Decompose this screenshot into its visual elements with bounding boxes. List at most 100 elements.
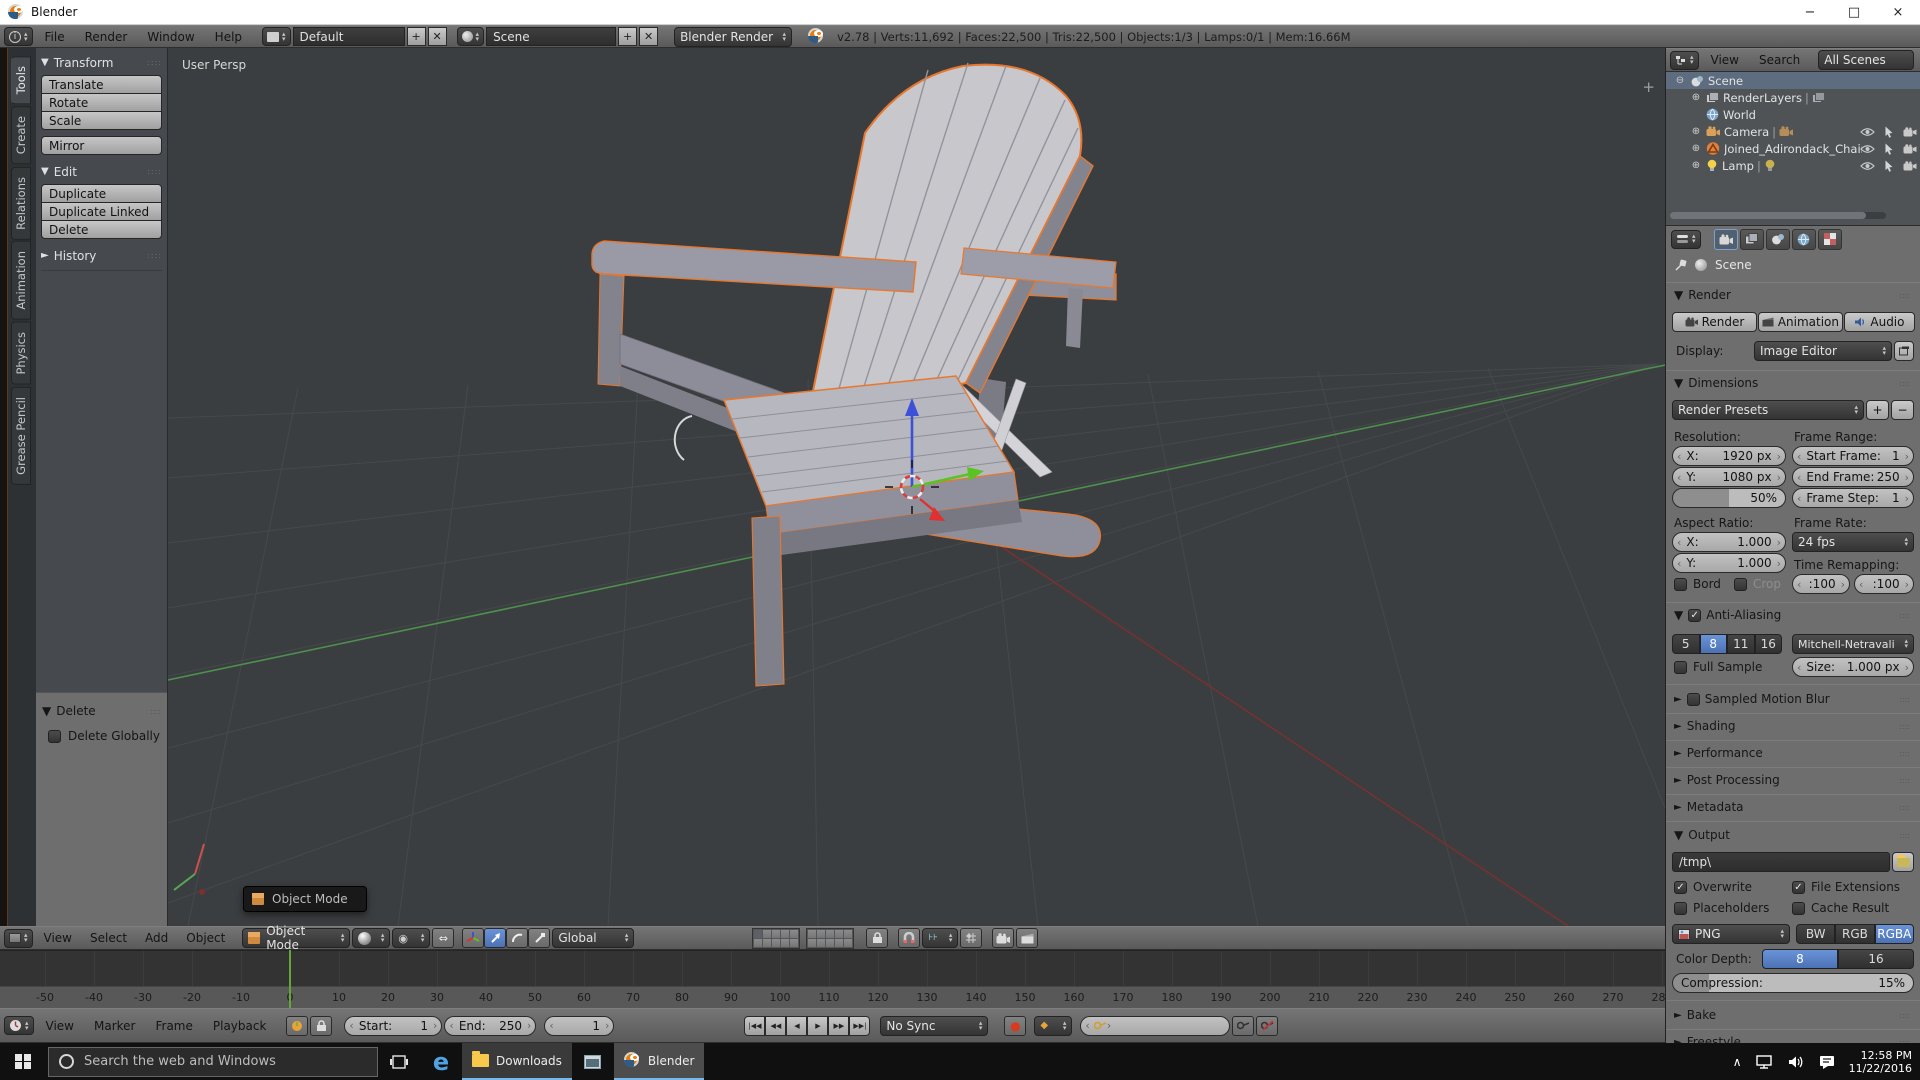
layer-cell[interactable] [790,930,798,938]
aa-samples-5[interactable]: 5 [1672,634,1700,654]
layer-cell[interactable] [835,930,843,938]
shelf-tab-create[interactable]: Create [11,106,31,164]
layer-cell[interactable] [754,939,762,947]
view3d-menu-object[interactable]: Object [177,927,234,949]
file-extensions-row[interactable]: ✓File Extensions [1792,880,1900,894]
layer-cell[interactable] [808,930,816,938]
keying-set-dropdown[interactable]: ◆ [1034,1016,1072,1036]
resolution-percent-slider[interactable]: 50% [1672,488,1786,508]
delete-button[interactable]: Delete [41,220,162,239]
add-layout-button[interactable]: + [407,27,426,46]
visibility-eye-icon[interactable] [1860,161,1875,171]
layer-cell[interactable] [763,930,771,938]
shelf-tab-grease-pencil[interactable]: Grease Pencil [11,387,31,485]
render-animation-button[interactable]: Animation [1758,312,1843,332]
pivot-point-dropdown[interactable]: ◉ [392,928,430,948]
remap-old-field[interactable]: :100 [1792,574,1850,594]
remove-preset-button[interactable]: − [1891,400,1914,420]
minimize-button[interactable]: − [1788,0,1832,24]
start-frame-field[interactable]: Start: 1 [344,1016,442,1036]
volume-icon[interactable] [1788,1055,1805,1069]
viewport-shading-dropdown[interactable] [352,928,390,948]
layer-cell[interactable] [781,930,789,938]
timeline-playhead[interactable] [289,950,291,1008]
shelf-tab-relations[interactable]: Relations [11,167,31,240]
record-button[interactable]: ● [1004,1016,1026,1036]
end-frame-field[interactable]: End Frame:250 [1792,467,1914,487]
file-extensions-checkbox[interactable]: ✓ [1792,881,1805,894]
channel-rgb[interactable]: RGB [1835,924,1874,944]
taskbar-app-downloads[interactable]: Downloads [462,1043,572,1080]
aspect-x-field[interactable]: X:1.000 [1672,532,1786,552]
aa-filter-dropdown[interactable]: Mitchell-Netravali [1792,634,1914,654]
panel-expand-icon[interactable]: ► [1674,748,1682,759]
network-icon[interactable] [1756,1055,1774,1069]
resolution-x-field[interactable]: X:1920 px [1672,446,1786,466]
layer-cell[interactable] [844,930,852,938]
manipulator-toggle[interactable]: ⇔ [432,928,454,948]
action-center-icon[interactable] [1819,1055,1835,1069]
add-scene-button[interactable]: + [618,27,637,46]
taskbar-clock[interactable]: 12:58 PM 11/22/2016 [1849,1049,1912,1075]
snap-target-button[interactable] [960,928,982,948]
delete-globally-checkbox[interactable] [48,730,61,743]
layer-cell[interactable] [808,939,816,947]
file-format-dropdown[interactable]: PNG [1672,924,1790,944]
screen-layout-icon-button[interactable] [262,27,291,46]
timeline-menu-view[interactable]: View [36,1015,84,1037]
new-window-button[interactable] [1894,341,1914,361]
full-sample-row[interactable]: Full Sample [1674,660,1762,674]
view3d-menu-add[interactable]: Add [136,927,177,949]
frame-rate-dropdown[interactable]: 24 fps [1792,532,1914,552]
editor-type-outliner-button[interactable] [1670,51,1699,70]
snap-toggle-button[interactable] [898,928,920,948]
info-menu-window[interactable]: Window [137,26,204,48]
add-preset-button[interactable]: + [1866,400,1889,420]
close-button[interactable]: × [1876,0,1920,24]
mode-menu-item[interactable]: Object Mode [272,892,348,906]
browse-folder-button[interactable] [1892,852,1914,872]
duplicate-button[interactable]: Duplicate [41,184,162,203]
view3d-menu-view[interactable]: View [35,927,81,949]
info-menu-help[interactable]: Help [205,26,252,48]
scenes-filter-dropdown[interactable]: All Scenes [1818,50,1914,70]
frame-step-field[interactable]: Frame Step:1 [1792,488,1914,508]
insert-keyframe-button[interactable] [1232,1016,1254,1036]
transform-axes-button[interactable] [462,928,484,948]
outliner-item-camera[interactable]: ⊕Camera| [1666,123,1920,140]
cache-result-checkbox[interactable] [1792,902,1805,915]
scene-name-field[interactable]: Scene [486,27,616,46]
lock-to-scene-button[interactable] [866,928,888,948]
outliner-item-world[interactable]: World [1666,106,1920,123]
aspect-y-field[interactable]: Y:1.000 [1672,553,1786,573]
render-audio-button[interactable]: Audio [1844,312,1915,332]
channel-bw[interactable]: BW [1796,924,1835,944]
task-view-button[interactable] [378,1043,420,1080]
opengl-render-button[interactable] [992,928,1014,948]
visibility-eye-icon[interactable] [1860,127,1875,137]
selectable-cursor-icon[interactable] [1884,126,1894,138]
render-engine-dropdown[interactable]: Blender Render [674,27,792,47]
shelf-tab-tools[interactable]: Tools [11,56,31,104]
panel-expand-icon[interactable]: ► [1674,721,1682,732]
layer-cell[interactable] [754,930,762,938]
layer-cell[interactable] [826,930,834,938]
rotate-manipulator-button[interactable] [506,928,528,948]
renderable-camera-icon[interactable] [1903,127,1917,137]
render-presets-dropdown[interactable]: Render Presets [1672,400,1864,420]
opengl-render-anim-button[interactable] [1016,928,1038,948]
scale-manipulator-button[interactable] [528,928,550,948]
crop-checkbox[interactable] [1734,578,1747,591]
duplicate-linked-button[interactable]: Duplicate Linked [41,202,162,221]
border-checkbox[interactable] [1674,578,1687,591]
expander-plus-icon[interactable]: ⊕ [1690,126,1702,137]
timeline-menu-playback[interactable]: Playback [203,1015,277,1037]
timeline-track-area[interactable] [0,950,1665,986]
layers-grid-2[interactable] [806,928,854,949]
selectable-cursor-icon[interactable] [1884,160,1894,172]
aa-samples-11[interactable]: 11 [1727,634,1755,654]
delete-scene-button[interactable]: ✕ [639,27,658,46]
color-depth-8[interactable]: 8 [1762,949,1838,969]
expander-plus-icon[interactable]: ⊕ [1690,92,1702,103]
aa-samples-8[interactable]: 8 [1700,634,1728,654]
